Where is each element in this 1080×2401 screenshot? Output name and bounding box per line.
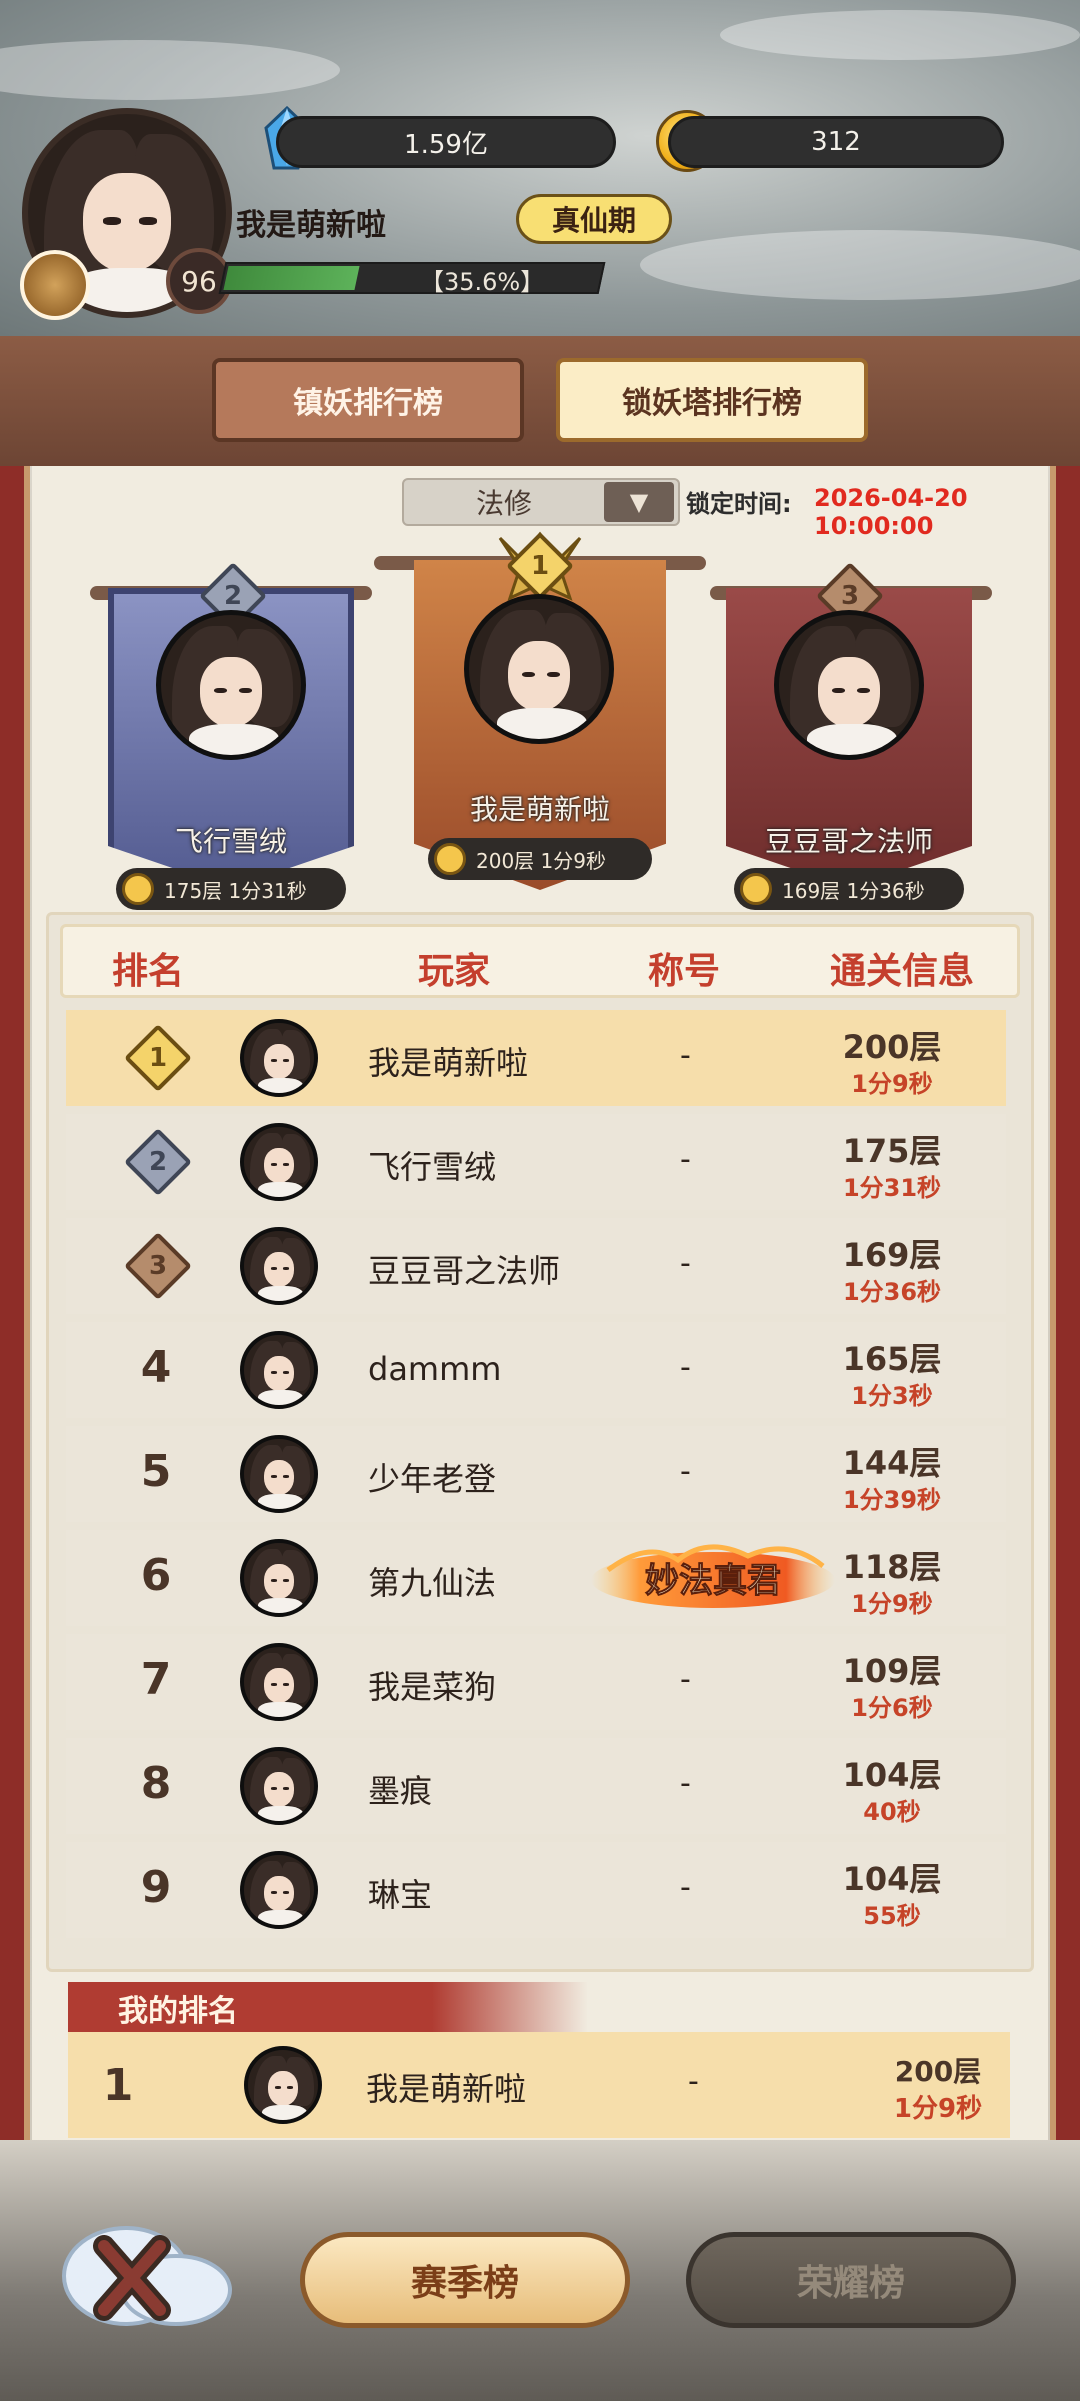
- lock-time-label: 锁定时间:: [686, 490, 792, 518]
- title-cell: -: [680, 1350, 691, 1385]
- floor-cell: 165层: [842, 1340, 942, 1378]
- time-cell: 55秒: [863, 1902, 921, 1930]
- clock-icon: [740, 873, 772, 905]
- title-cell: -: [680, 1142, 691, 1177]
- podium-third-info: 169层 1分36秒: [734, 868, 964, 910]
- player-name-cell: 我是菜狗: [368, 1668, 497, 1706]
- right-scroll-edge: [1050, 466, 1080, 2186]
- gold-amount: 312: [668, 116, 1004, 168]
- floor-cell: 169层: [842, 1236, 942, 1274]
- time-cell: 1分3秒: [851, 1382, 933, 1410]
- podium-first-info: 200层 1分9秒: [428, 838, 652, 880]
- player-avatar: [240, 1227, 318, 1305]
- player-avatar: [240, 1643, 318, 1721]
- season-ranking-button[interactable]: 赛季榜: [300, 2232, 630, 2328]
- my-rank-row[interactable]: 1 我是萌新啦 - 200层 1分9秒: [68, 2032, 1010, 2138]
- pet-badge-icon[interactable]: [20, 250, 90, 320]
- close-icon[interactable]: [56, 2206, 246, 2336]
- player-name-cell: 飞行雪绒: [368, 1148, 497, 1186]
- time-cell: 1分36秒: [842, 1278, 942, 1306]
- time-cell: 40秒: [863, 1798, 921, 1826]
- rank-number: 5: [140, 1446, 172, 1497]
- my-rank-title: -: [688, 2064, 699, 2099]
- title-cell: -: [680, 1038, 691, 1073]
- time-cell: 1分39秒: [842, 1486, 942, 1514]
- floor-cell: 104层: [842, 1860, 942, 1898]
- floor-cell: 175层: [842, 1132, 942, 1170]
- crystal-amount: 1.59亿: [276, 116, 616, 168]
- player-avatar: [240, 1747, 318, 1825]
- floor-cell: 200层: [842, 1028, 942, 1066]
- player-name-cell: 少年老登: [368, 1460, 497, 1498]
- exp-percent: 【35.6%】: [420, 268, 545, 296]
- col-header-rank: 排名: [112, 951, 185, 992]
- title-badge-miaofa-icon: 妙法真君: [591, 1544, 835, 1608]
- podium-second-avatar: [156, 610, 306, 760]
- title-cell: -: [680, 1454, 691, 1489]
- col-header-clear-info: 通关信息: [830, 951, 975, 992]
- rank-number: 7: [140, 1654, 172, 1705]
- clock-icon: [122, 873, 154, 905]
- title-badge-text: 妙法真君: [645, 1561, 781, 1601]
- floor-cell: 104层: [842, 1756, 942, 1794]
- rank-number: 9: [140, 1862, 172, 1913]
- time-cell: 1分6秒: [851, 1694, 933, 1722]
- tab-demon-tower-ranking[interactable]: 锁妖塔排行榜: [556, 358, 868, 442]
- podium-first-name: 我是萌新啦: [469, 793, 610, 826]
- my-rank-time: 1分9秒: [893, 2094, 983, 2124]
- player-avatar: [240, 1331, 318, 1409]
- time-cell: 1分9秒: [851, 1070, 933, 1098]
- rank-number: 8: [140, 1758, 172, 1809]
- player-name-cell: 墨痕: [368, 1772, 433, 1810]
- podium-second-name: 飞行雪绒: [174, 825, 287, 858]
- my-rank-name: 我是萌新啦: [366, 2070, 527, 2108]
- my-rank-number: 1: [102, 2060, 134, 2111]
- chevron-down-icon: ▼: [604, 482, 674, 522]
- time-cell: 1分31秒: [842, 1174, 942, 1202]
- player-name-cell: 我是萌新啦: [368, 1044, 529, 1082]
- class-dropdown-value: 法修: [475, 487, 532, 520]
- my-rank-floor: 200层: [894, 2055, 982, 2088]
- player-avatar: [240, 1435, 318, 1513]
- player-avatar: [240, 1019, 318, 1097]
- podium-first-avatar: [464, 594, 614, 744]
- realm-badge: 真仙期: [516, 194, 672, 244]
- player-avatar: [240, 1123, 318, 1201]
- title-cell: -: [680, 1662, 691, 1697]
- col-header-player: 玩家: [418, 951, 491, 992]
- rank-number: 6: [140, 1550, 172, 1601]
- tab-strip: [0, 336, 1080, 466]
- left-scroll-edge: [0, 466, 30, 2186]
- player-name: 我是萌新啦: [236, 208, 386, 243]
- title-cell: -: [680, 1766, 691, 1801]
- tab-demon-suppression-ranking[interactable]: 镇妖排行榜: [212, 358, 524, 442]
- honor-ranking-button[interactable]: 荣耀榜: [686, 2232, 1016, 2328]
- floor-cell: 109层: [842, 1652, 942, 1690]
- player-name-cell: 琳宝: [368, 1876, 433, 1914]
- floor-cell: 144层: [842, 1444, 942, 1482]
- podium-second-info: 175层 1分31秒: [116, 868, 346, 910]
- class-dropdown[interactable]: 法修 ▼: [402, 478, 680, 526]
- podium-third-name: 豆豆哥之法师: [764, 825, 933, 858]
- col-header-title: 称号: [648, 951, 721, 992]
- player-name-cell: dammm: [368, 1350, 502, 1388]
- podium-third-avatar: [774, 610, 924, 760]
- player-avatar: [240, 1851, 318, 1929]
- clock-icon: [434, 843, 466, 875]
- title-cell: -: [680, 1246, 691, 1281]
- rank-number: 4: [140, 1342, 172, 1393]
- exp-bar: [218, 262, 606, 294]
- lock-time-value: 2026-04-20 10:00:00: [814, 484, 968, 540]
- my-rank-heading: 我的排名: [68, 1982, 588, 2034]
- player-name-cell: 豆豆哥之法师: [368, 1252, 561, 1290]
- my-rank-avatar: [244, 2046, 322, 2124]
- player-avatar: [240, 1539, 318, 1617]
- title-cell: -: [680, 1870, 691, 1905]
- player-name-cell: 第九仙法: [368, 1564, 497, 1602]
